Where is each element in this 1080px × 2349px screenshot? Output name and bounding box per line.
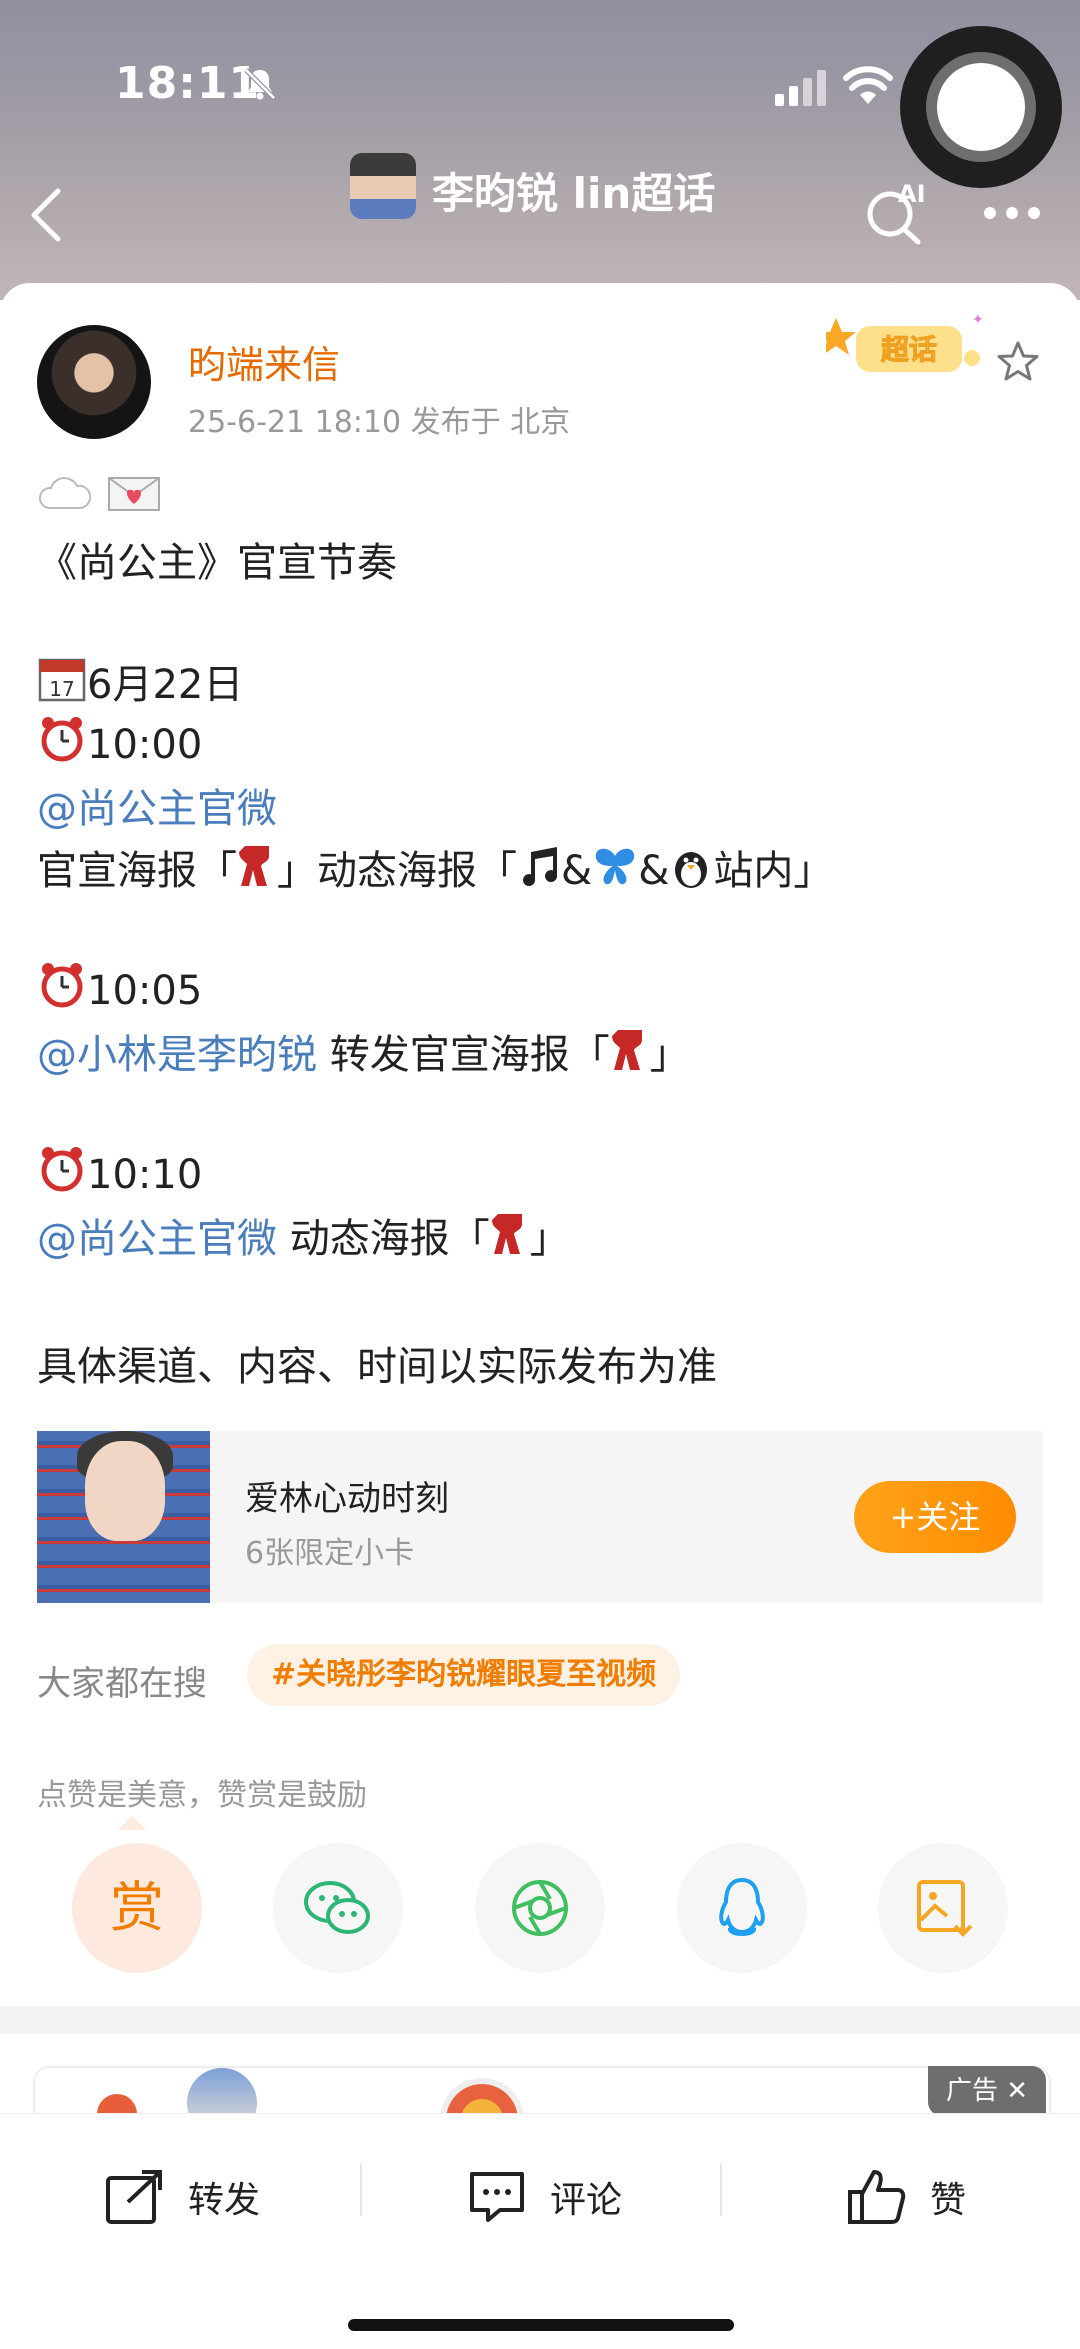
thumbs-up-icon [848, 2170, 906, 2224]
repost-text-b: 」 [649, 1032, 690, 1078]
post-line-posters: 官宣海报「 」动态海报「 & & 站内」 [37, 838, 833, 896]
save-image-button[interactable] [878, 1843, 1008, 1973]
reward-label: 赏 [110, 1876, 164, 1939]
follow-button[interactable]: +关注 [854, 1481, 1016, 1553]
mention-shanggongzhu-1[interactable]: @尚公主官微 [37, 776, 277, 834]
music-note-emoji [523, 847, 558, 887]
repost-icon [106, 2170, 162, 2224]
emoji-row [37, 472, 162, 518]
ad-close-label[interactable]: 广告 ✕ [928, 2066, 1046, 2116]
ai-label: AI [898, 180, 926, 208]
favorite-star-icon[interactable] [996, 340, 1040, 384]
dynamic-text-a: 动态海报「 [277, 1216, 490, 1262]
post-line-date: 17 6月22日 [37, 652, 243, 710]
post-line-title: 《尚公主》官宣节奏 [37, 540, 397, 586]
post-line-dynamic: @尚公主官微 动态海报「」 [37, 1206, 570, 1264]
promo-title: 爱林心动时刻 [245, 1479, 449, 1519]
author-avatar[interactable] [37, 325, 151, 439]
share-moments-button[interactable] [475, 1843, 605, 1973]
topic-title[interactable]: 李昀锐 lin超话 [432, 160, 715, 221]
back-arrow-icon[interactable] [26, 185, 66, 245]
supertopic-badge[interactable]: 超话 ✦ [826, 312, 986, 384]
svg-text:✦: ✦ [972, 312, 984, 328]
alarm-clock-emoji [41, 1147, 83, 1192]
dynamic-text-b: 」 [529, 1216, 570, 1262]
more-icon[interactable] [982, 205, 1042, 221]
scarf-emoji [239, 846, 269, 886]
status-time: 18:11 [115, 58, 261, 109]
like-button[interactable]: 赞 [846, 2157, 966, 2237]
topic-avatar[interactable] [350, 153, 416, 219]
section-divider [0, 2006, 1080, 2034]
repost-text-a: 转发官宣海报「 [317, 1032, 610, 1078]
assistive-dot [937, 63, 1025, 151]
trending-search-label: 大家都在搜 [37, 1664, 207, 1704]
posters-text-a: 官宣海报「 [37, 848, 237, 894]
wifi-icon [843, 66, 893, 104]
signal-icon [775, 70, 826, 106]
butterfly-emoji [596, 848, 635, 885]
trending-search-tag[interactable]: #关晓彤李昀锐耀眼夏至视频 [247, 1644, 681, 1706]
comment-label: 评论 [550, 2180, 623, 2221]
share-qq-button[interactable] [677, 1843, 807, 1973]
wechat-icon [304, 1881, 370, 1934]
alarm-clock-emoji [41, 963, 83, 1008]
time2-text: 10:05 [87, 968, 203, 1014]
calendar-emoji: 17 [38, 658, 86, 702]
time3-text: 10:10 [87, 1152, 203, 1198]
repost-button[interactable]: 转发 [104, 2157, 260, 2237]
love-letter-emoji [107, 477, 160, 511]
posters-amp-2: & [638, 848, 670, 894]
post-line-time3: 10:10 [37, 1144, 202, 1198]
bottom-action-bar: 转发 评论 赞 [0, 2113, 1080, 2349]
scarf-emoji [611, 1030, 642, 1070]
separator [720, 2164, 722, 2216]
post-line-time2: 10:05 [37, 960, 202, 1014]
post-meta: 25-6-21 18:10 发布于 北京 [188, 405, 571, 440]
post-line-repost: @小林是李昀锐 转发官宣海报「」 [37, 1022, 690, 1080]
scarf-emoji [491, 1214, 522, 1254]
comment-icon [470, 2172, 524, 2222]
posters-amp-1: & [561, 848, 593, 894]
bell-off-icon [244, 68, 276, 100]
time1-text: 10:00 [87, 722, 203, 768]
qq-penguin-icon [719, 1877, 765, 1936]
reward-hint: 点赞是美意，赞赏是鼓励 [37, 1778, 367, 1813]
comment-button[interactable]: 评论 [466, 2157, 622, 2237]
like-label: 赞 [930, 2180, 967, 2221]
repost-label: 转发 [188, 2180, 261, 2221]
posters-text-b: 」动态海报「 [277, 848, 517, 894]
promo-subtitle: 6张限定小卡 [245, 1536, 415, 1571]
alarm-clock-emoji [41, 717, 83, 762]
mention-shanggongzhu-2[interactable]: @尚公主官微 [37, 1216, 277, 1262]
share-wechat-button[interactable] [273, 1843, 403, 1973]
home-indicator [348, 2319, 734, 2331]
svg-text:17: 17 [49, 677, 74, 701]
post-date-text: 6月22日 [87, 662, 244, 708]
post-line-time1: 10:00 [37, 714, 202, 768]
mention-xiaolin[interactable]: @小林是李昀锐 [37, 1032, 317, 1078]
save-image-icon [917, 1880, 973, 1937]
moments-aperture-icon [512, 1880, 568, 1936]
author-name[interactable]: 昀端来信 [188, 334, 340, 389]
promo-image [37, 1431, 210, 1603]
cloud-emoji [39, 477, 92, 509]
penguin-emoji [675, 852, 708, 888]
assistive-touch-button[interactable] [900, 26, 1062, 188]
promo-card[interactable]: 爱林心动时刻 6张限定小卡 +关注 [37, 1431, 1043, 1603]
post-line-disclaimer: 具体渠道、内容、时间以实际发布为准 [37, 1344, 717, 1390]
reward-hint-arrow [118, 1816, 146, 1830]
reward-button[interactable]: 赏 [72, 1843, 202, 1973]
supertopic-badge-label: 超话 [881, 334, 937, 365]
separator [360, 2164, 362, 2216]
posters-text-e: 站内」 [713, 848, 834, 894]
